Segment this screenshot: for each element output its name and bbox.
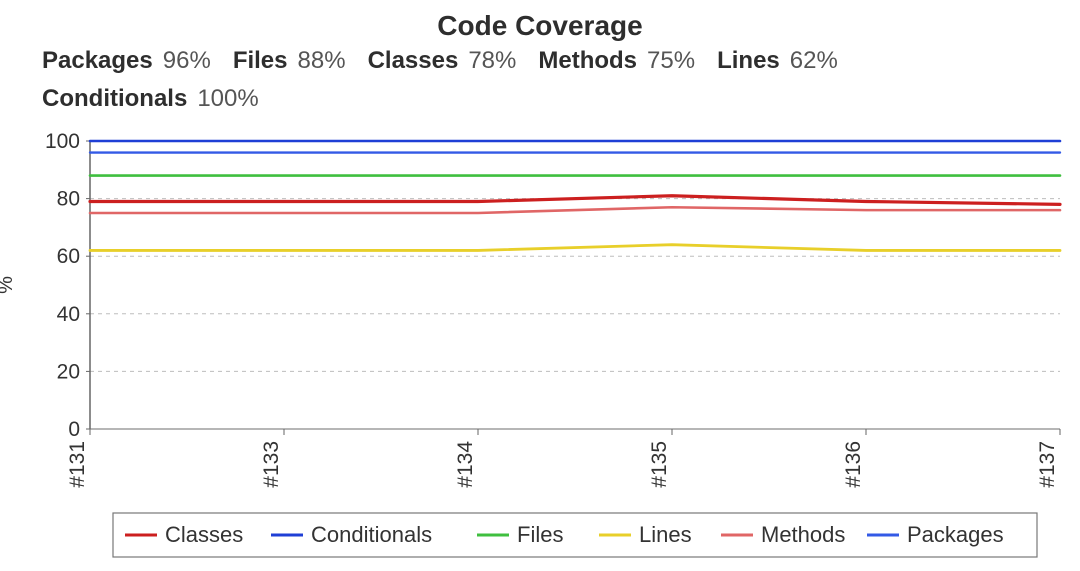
summary-label: Files <box>233 47 288 74</box>
chart-panel: Code Coverage Packages 96% Files 88% Classes… <box>0 0 1080 571</box>
summary-value: 78% <box>468 47 516 74</box>
y-tick-label: 60 <box>57 245 80 268</box>
x-tick-label: #136 <box>842 441 865 488</box>
y-tick-label: 100 <box>45 130 80 153</box>
series-lines <box>90 245 1060 251</box>
page-title: Code Coverage <box>0 0 1080 42</box>
legend-label: Conditionals <box>311 522 432 547</box>
summary-value: 62% <box>790 47 838 74</box>
legend-label: Classes <box>165 522 243 547</box>
chart-container: 020406080100#131#133#134#135#136#137Clas… <box>30 135 1070 565</box>
x-tick-label: #133 <box>260 441 283 488</box>
y-tick-label: 20 <box>57 360 80 383</box>
chart-svg: 020406080100#131#133#134#135#136#137Clas… <box>30 135 1070 565</box>
coverage-summary: Packages 96% Files 88% Classes 78% Methods 75% L… <box>0 42 1080 119</box>
summary-value: 100% <box>197 85 258 112</box>
legend-label: Methods <box>761 522 845 547</box>
summary-label: Lines <box>717 47 780 74</box>
legend-label: Lines <box>639 522 692 547</box>
y-axis-label: % <box>0 276 17 294</box>
y-tick-label: 40 <box>57 303 80 326</box>
summary-value: 96% <box>163 47 211 74</box>
series-classes <box>90 196 1060 205</box>
x-tick-label: #134 <box>454 441 477 488</box>
legend-label: Files <box>517 522 563 547</box>
summary-value: 88% <box>298 47 346 74</box>
summary-label: Methods <box>538 47 637 74</box>
series-methods <box>90 207 1060 213</box>
x-tick-label: #137 <box>1036 441 1059 488</box>
x-tick-label: #135 <box>648 441 671 488</box>
x-tick-label: #131 <box>66 441 89 488</box>
summary-label: Conditionals <box>42 85 187 112</box>
legend-label: Packages <box>907 522 1004 547</box>
summary-label: Classes <box>368 47 459 74</box>
summary-value: 75% <box>647 47 695 74</box>
summary-label: Packages <box>42 47 153 74</box>
y-tick-label: 80 <box>57 188 80 211</box>
y-tick-label: 0 <box>68 418 80 441</box>
